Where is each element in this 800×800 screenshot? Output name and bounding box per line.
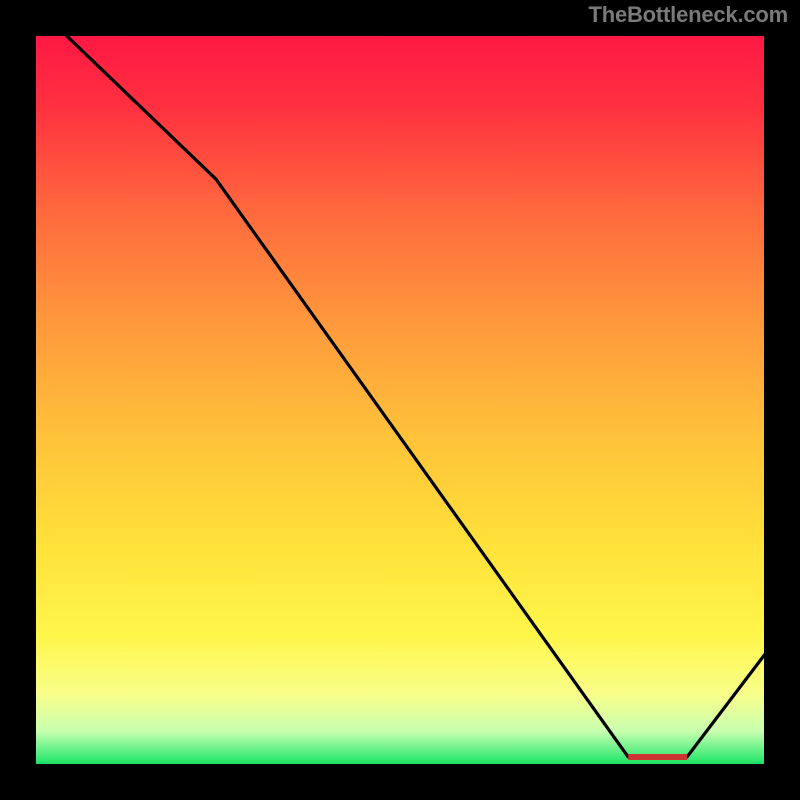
bottleneck-chart: [0, 0, 800, 800]
heat-gradient: [32, 32, 768, 768]
